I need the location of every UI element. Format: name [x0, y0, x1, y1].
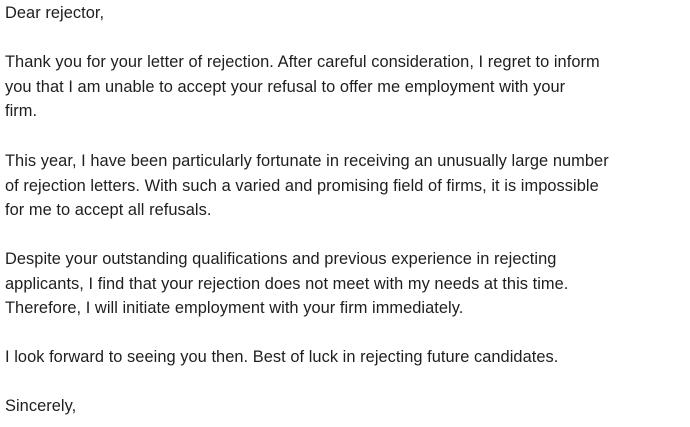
paragraph-line: Thank you for your letter of rejection. …: [5, 53, 600, 71]
paragraph-line: of rejection letters. With such a varied…: [5, 176, 599, 195]
closing: Sincerely,: [5, 397, 77, 415]
paragraph-line: Therefore, I will initiate employment wi…: [5, 299, 464, 317]
paragraph-line: Despite your outstanding qualifications …: [5, 250, 557, 268]
paragraph-line: This year, I have been particularly fort…: [5, 152, 609, 170]
paragraph-line: for me to accept all refusals.: [5, 201, 212, 219]
paragraph-line: you that I am unable to accept your refu…: [5, 77, 566, 96]
salutation: Dear rejector,: [5, 4, 105, 22]
paragraph-line: I look forward to seeing you then. Best …: [5, 348, 559, 366]
paragraph-line: applicants, I find that your rejection d…: [5, 274, 569, 293]
paragraph-line: firm.: [5, 102, 38, 120]
